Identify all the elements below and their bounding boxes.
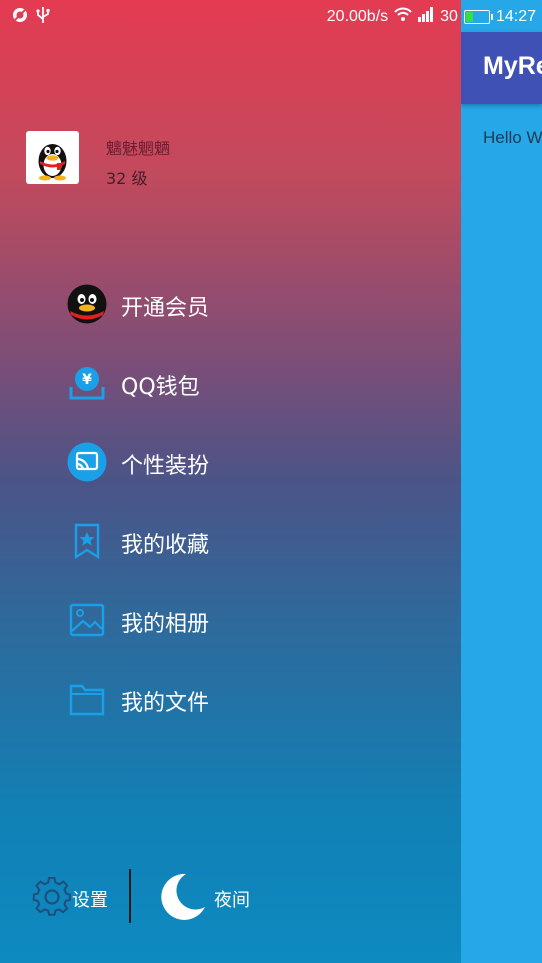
menu-label: 个性装扮: [121, 454, 210, 479]
clock: 14:27: [495, 7, 536, 25]
folder-icon: [66, 679, 108, 719]
menu-label: 我的收藏: [121, 533, 210, 558]
usb-icon: [36, 6, 50, 29]
bookmark-icon: [66, 521, 108, 561]
footer-divider: [129, 869, 131, 923]
navigation-drawer: 魑魅魍魉 32 级 开通会员 ¥ QQ钱包 个性装扮 我的收藏 我的相册 我的文…: [0, 0, 461, 963]
drawer-footer: 设置 夜间: [0, 865, 461, 929]
toolbar-title: MyRe: [483, 52, 542, 80]
app-toolbar: MyRe: [461, 32, 542, 104]
svg-text:¥: ¥: [82, 372, 92, 388]
menu-item-favorites[interactable]: 我的收藏: [66, 519, 366, 563]
qq-penguin-icon: [66, 284, 108, 324]
battery-icon: [463, 9, 493, 24]
user-level: 32 级: [106, 169, 148, 188]
network-speed: 20.00b/s: [326, 7, 389, 25]
theme-icon: [66, 442, 108, 482]
main-content: MyRe Hello W: [461, 0, 542, 963]
menu-label: 开通会员: [121, 296, 210, 321]
settings-button[interactable]: 设置: [32, 873, 142, 921]
app-notification-icon: [12, 7, 28, 28]
settings-label: 设置: [72, 890, 108, 911]
gear-icon: [32, 876, 72, 921]
user-name: 魑魅魍魉: [106, 139, 171, 158]
menu-item-album[interactable]: 我的相册: [66, 598, 366, 642]
menu-label: QQ钱包: [121, 375, 200, 400]
content-text: Hello W: [483, 128, 542, 147]
wallet-icon: ¥: [66, 363, 108, 403]
moon-icon: [156, 871, 208, 927]
menu-item-wallet[interactable]: ¥ QQ钱包: [66, 361, 366, 405]
status-bar: 20.00b/s 30 14:27: [0, 0, 542, 32]
battery-percent: 30: [440, 7, 458, 25]
wifi-icon: [394, 6, 412, 27]
menu-item-files[interactable]: 我的文件: [66, 677, 366, 721]
signal-icon: [418, 6, 434, 27]
menu-label: 我的文件: [121, 691, 210, 716]
night-label: 夜间: [214, 890, 250, 911]
menu-item-vip[interactable]: 开通会员: [66, 282, 366, 326]
avatar[interactable]: [26, 131, 79, 184]
night-mode-button[interactable]: 夜间: [156, 869, 276, 925]
album-icon: [66, 600, 108, 640]
menu-item-theme[interactable]: 个性装扮: [66, 440, 366, 484]
menu-label: 我的相册: [121, 612, 210, 637]
